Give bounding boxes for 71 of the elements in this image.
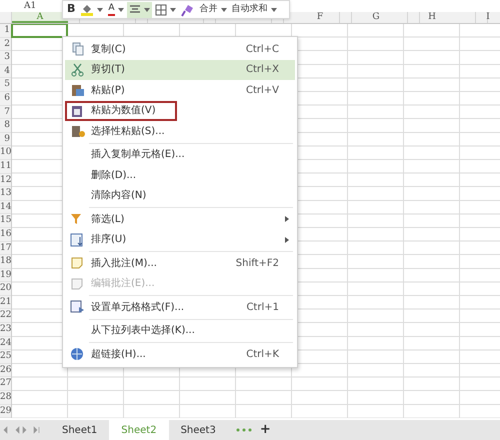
menu-item[interactable]: 删除(D)...: [65, 165, 295, 186]
column-header[interactable]: F: [292, 12, 348, 23]
row-header[interactable]: 6: [0, 92, 11, 106]
row-header[interactable]: 7: [0, 106, 11, 120]
row-header[interactable]: 29: [0, 404, 11, 418]
row-header[interactable]: 13: [0, 187, 11, 201]
column-header[interactable]: H: [404, 12, 460, 23]
row-header[interactable]: 14: [0, 200, 11, 214]
fill-bucket-icon: [80, 3, 94, 16]
row-header[interactable]: 1: [0, 24, 11, 38]
menu-item[interactable]: 粘贴为数值(V): [65, 100, 177, 121]
menu-item[interactable]: 筛选(L): [65, 209, 295, 230]
row-header[interactable]: 12: [0, 174, 11, 188]
menu-item[interactable]: 粘贴(P) Ctrl+V: [65, 80, 295, 100]
row-header[interactable]: 2: [0, 38, 11, 52]
toolbar-button[interactable]: A: [106, 2, 126, 18]
borders-icon: [154, 4, 167, 16]
format-painter-icon: [180, 2, 195, 16]
shortcut-text: Ctrl+V: [246, 84, 279, 98]
row-header[interactable]: 3: [0, 51, 11, 65]
row-header[interactable]: 10: [0, 146, 11, 160]
column-header[interactable]: A: [12, 12, 68, 23]
row-header[interactable]: 24: [0, 336, 11, 350]
menu-item[interactable]: 超链接(H)... Ctrl+K: [65, 344, 295, 364]
row-header[interactable]: 25: [0, 350, 11, 364]
row-header[interactable]: 23: [0, 323, 11, 337]
menu-item[interactable]: 剪切(T) Ctrl+X: [65, 60, 295, 80]
row-header[interactable]: 19: [0, 268, 11, 282]
menu-item[interactable]: 从下拉列表中选择(K)...: [65, 320, 295, 341]
sheet-tab[interactable]: Sheet3: [168, 420, 228, 440]
row-header[interactable]: 18: [0, 255, 11, 269]
sheet-tab[interactable]: Sheet2: [109, 420, 169, 440]
row-header[interactable]: 5: [0, 78, 11, 92]
row-header[interactable]: 21: [0, 296, 11, 310]
toolbar-button[interactable]: [126, 2, 152, 18]
row-header[interactable]: 22: [0, 309, 11, 324]
column-header[interactable]: G: [348, 12, 404, 23]
shortcut-text: Ctrl+1: [246, 300, 279, 315]
sheet-tab[interactable]: Sheet1: [50, 420, 110, 440]
add-sheet-button[interactable]: +: [256, 420, 275, 440]
row-header[interactable]: 9: [0, 132, 11, 146]
menu-item[interactable]: 插入批注(M)... Shift+F2: [65, 253, 295, 274]
name-box[interactable]: A1: [24, 0, 36, 12]
shortcut-text: Ctrl+K: [246, 348, 279, 362]
row-header[interactable]: 20: [0, 282, 11, 296]
menu-item[interactable]: 设置单元格格式(F)... Ctrl+1: [65, 297, 295, 318]
clipboard-icon: [69, 83, 87, 98]
column-header[interactable]: I: [460, 12, 500, 23]
menu-item[interactable]: 插入复制单元格(E)...: [65, 144, 295, 165]
row-header[interactable]: 17: [0, 242, 11, 256]
row-header[interactable]: 11: [0, 160, 11, 174]
shortcut-text: Ctrl+X: [246, 63, 279, 78]
toolbar-button[interactable]: 自动求和: [230, 2, 279, 18]
row-header[interactable]: 28: [0, 391, 11, 405]
row-header[interactable]: 26: [0, 364, 11, 378]
shortcut-text: Shift+F2: [236, 256, 279, 271]
clipboard-icon: [69, 124, 87, 138]
menu-item[interactable]: 选择性粘贴(S)...: [65, 121, 295, 142]
row-header[interactable]: 15: [0, 214, 11, 228]
menu-item[interactable]: 排序(U): [65, 230, 295, 250]
row-header[interactable]: 8: [0, 119, 11, 133]
shortcut-text: Ctrl+C: [246, 42, 279, 57]
toolbar-button[interactable]: B: [65, 2, 78, 18]
menu-item[interactable]: 复制(C) Ctrl+C: [65, 39, 295, 60]
menu-item[interactable]: 清除内容(N): [65, 186, 295, 206]
toolbar-button[interactable]: [152, 2, 178, 18]
row-header[interactable]: 27: [0, 377, 11, 392]
toolbar-button[interactable]: 合并: [198, 2, 229, 18]
align-center-icon: [128, 4, 141, 14]
row-header[interactable]: 4: [0, 64, 11, 78]
row-header[interactable]: 16: [0, 228, 11, 242]
